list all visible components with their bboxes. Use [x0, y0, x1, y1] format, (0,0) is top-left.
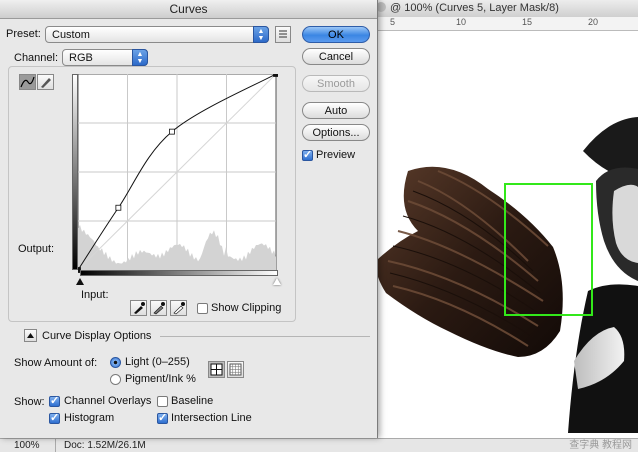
input-label: Input:: [81, 289, 109, 301]
light-radio[interactable]: [110, 357, 121, 368]
show-clipping-label: Show Clipping: [211, 302, 282, 314]
curve-point: [115, 204, 122, 211]
preset-label: Preset:: [6, 28, 41, 40]
zoom-level[interactable]: 100%: [14, 439, 40, 452]
curves-graph[interactable]: [78, 74, 278, 274]
gray-eyedropper-icon[interactable]: [150, 300, 167, 316]
horizontal-ruler: 5 10 15 20: [378, 17, 638, 31]
output-label: Output:: [18, 243, 55, 255]
document-title-bar: @ 100% (Curves 5, Layer Mask/8): [370, 0, 638, 18]
disclosure-triangle-icon[interactable]: [24, 329, 37, 342]
status-bar: 100% Doc: 1.52M/26.1M 查字典 教程网: [0, 438, 638, 452]
image-canvas[interactable]: [378, 31, 638, 433]
intersection-line-checkbox[interactable]: [157, 411, 168, 424]
channel-label: Channel:: [14, 52, 59, 64]
channel-dropdown[interactable]: RGB ▲ ▼: [62, 49, 148, 66]
watermark-text: 查字典 教程网: [569, 440, 632, 451]
baseline-checkbox[interactable]: [157, 396, 168, 407]
light-label: Light (0–255): [125, 356, 190, 368]
wing-photo: [378, 117, 638, 433]
channel-overlays-checkbox[interactable]: [49, 394, 60, 407]
grid-4x4-icon[interactable]: [208, 361, 225, 378]
channel-overlays-label: Channel Overlays: [64, 395, 152, 407]
section-divider: [160, 336, 370, 337]
preset-dropdown[interactable]: Custom ▲ ▼: [45, 26, 269, 43]
show-clipping-checkbox[interactable]: [197, 303, 208, 314]
histogram-checkbox[interactable]: [49, 411, 60, 424]
curve-point: [273, 74, 278, 77]
preview-checkbox[interactable]: [302, 148, 313, 161]
channel-value: RGB: [69, 52, 93, 64]
ok-button[interactable]: OK: [302, 26, 370, 43]
options-button[interactable]: Options...: [302, 124, 370, 141]
ruler-tick: 5: [390, 17, 396, 27]
grid-10x10-icon[interactable]: [227, 361, 244, 378]
pigment-label: Pigment/Ink %: [125, 373, 196, 385]
curve-display-options-label: Curve Display Options: [42, 330, 152, 342]
curve-point-tool-icon[interactable]: [19, 74, 36, 90]
pencil-tool-icon[interactable]: [37, 74, 54, 90]
curves-dialog: Curves Preset: Custom ▲ ▼ Channel: RGB ▲ ▼…: [0, 0, 378, 438]
document-title: @ 100% (Curves 5, Layer Mask/8): [390, 2, 559, 14]
auto-button[interactable]: Auto: [302, 102, 370, 119]
ruler-tick: 10: [456, 17, 467, 27]
dropdown-arrows-icon: ▲ ▼: [253, 26, 269, 43]
show-amount-label: Show Amount of:: [14, 357, 98, 369]
show-label: Show:: [14, 396, 45, 408]
smooth-button[interactable]: Smooth: [302, 75, 370, 92]
curve-point: [169, 128, 175, 135]
white-eyedropper-icon[interactable]: [170, 300, 187, 316]
histogram-label: Histogram: [64, 412, 115, 424]
black-point-slider[interactable]: [76, 278, 84, 285]
black-eyedropper-icon[interactable]: [130, 300, 147, 316]
cancel-button[interactable]: Cancel: [302, 48, 370, 65]
input-gradient-bar: [80, 270, 278, 276]
pigment-radio[interactable]: [110, 374, 121, 385]
dropdown-arrows-icon: ▲ ▼: [132, 49, 148, 66]
dialog-title: Curves: [0, 0, 377, 19]
baseline-label: Baseline: [171, 395, 214, 407]
doc-size-info[interactable]: Doc: 1.52M/26.1M: [64, 439, 146, 452]
white-point-slider[interactable]: [273, 278, 281, 285]
ruler-tick: 15: [522, 17, 533, 27]
preview-label: Preview: [316, 149, 356, 161]
preset-value: Custom: [52, 29, 90, 41]
intersection-line-label: Intersection Line: [171, 412, 252, 424]
ruler-tick: 20: [588, 17, 599, 27]
status-divider: [55, 439, 56, 452]
preset-options-icon[interactable]: [275, 26, 291, 43]
